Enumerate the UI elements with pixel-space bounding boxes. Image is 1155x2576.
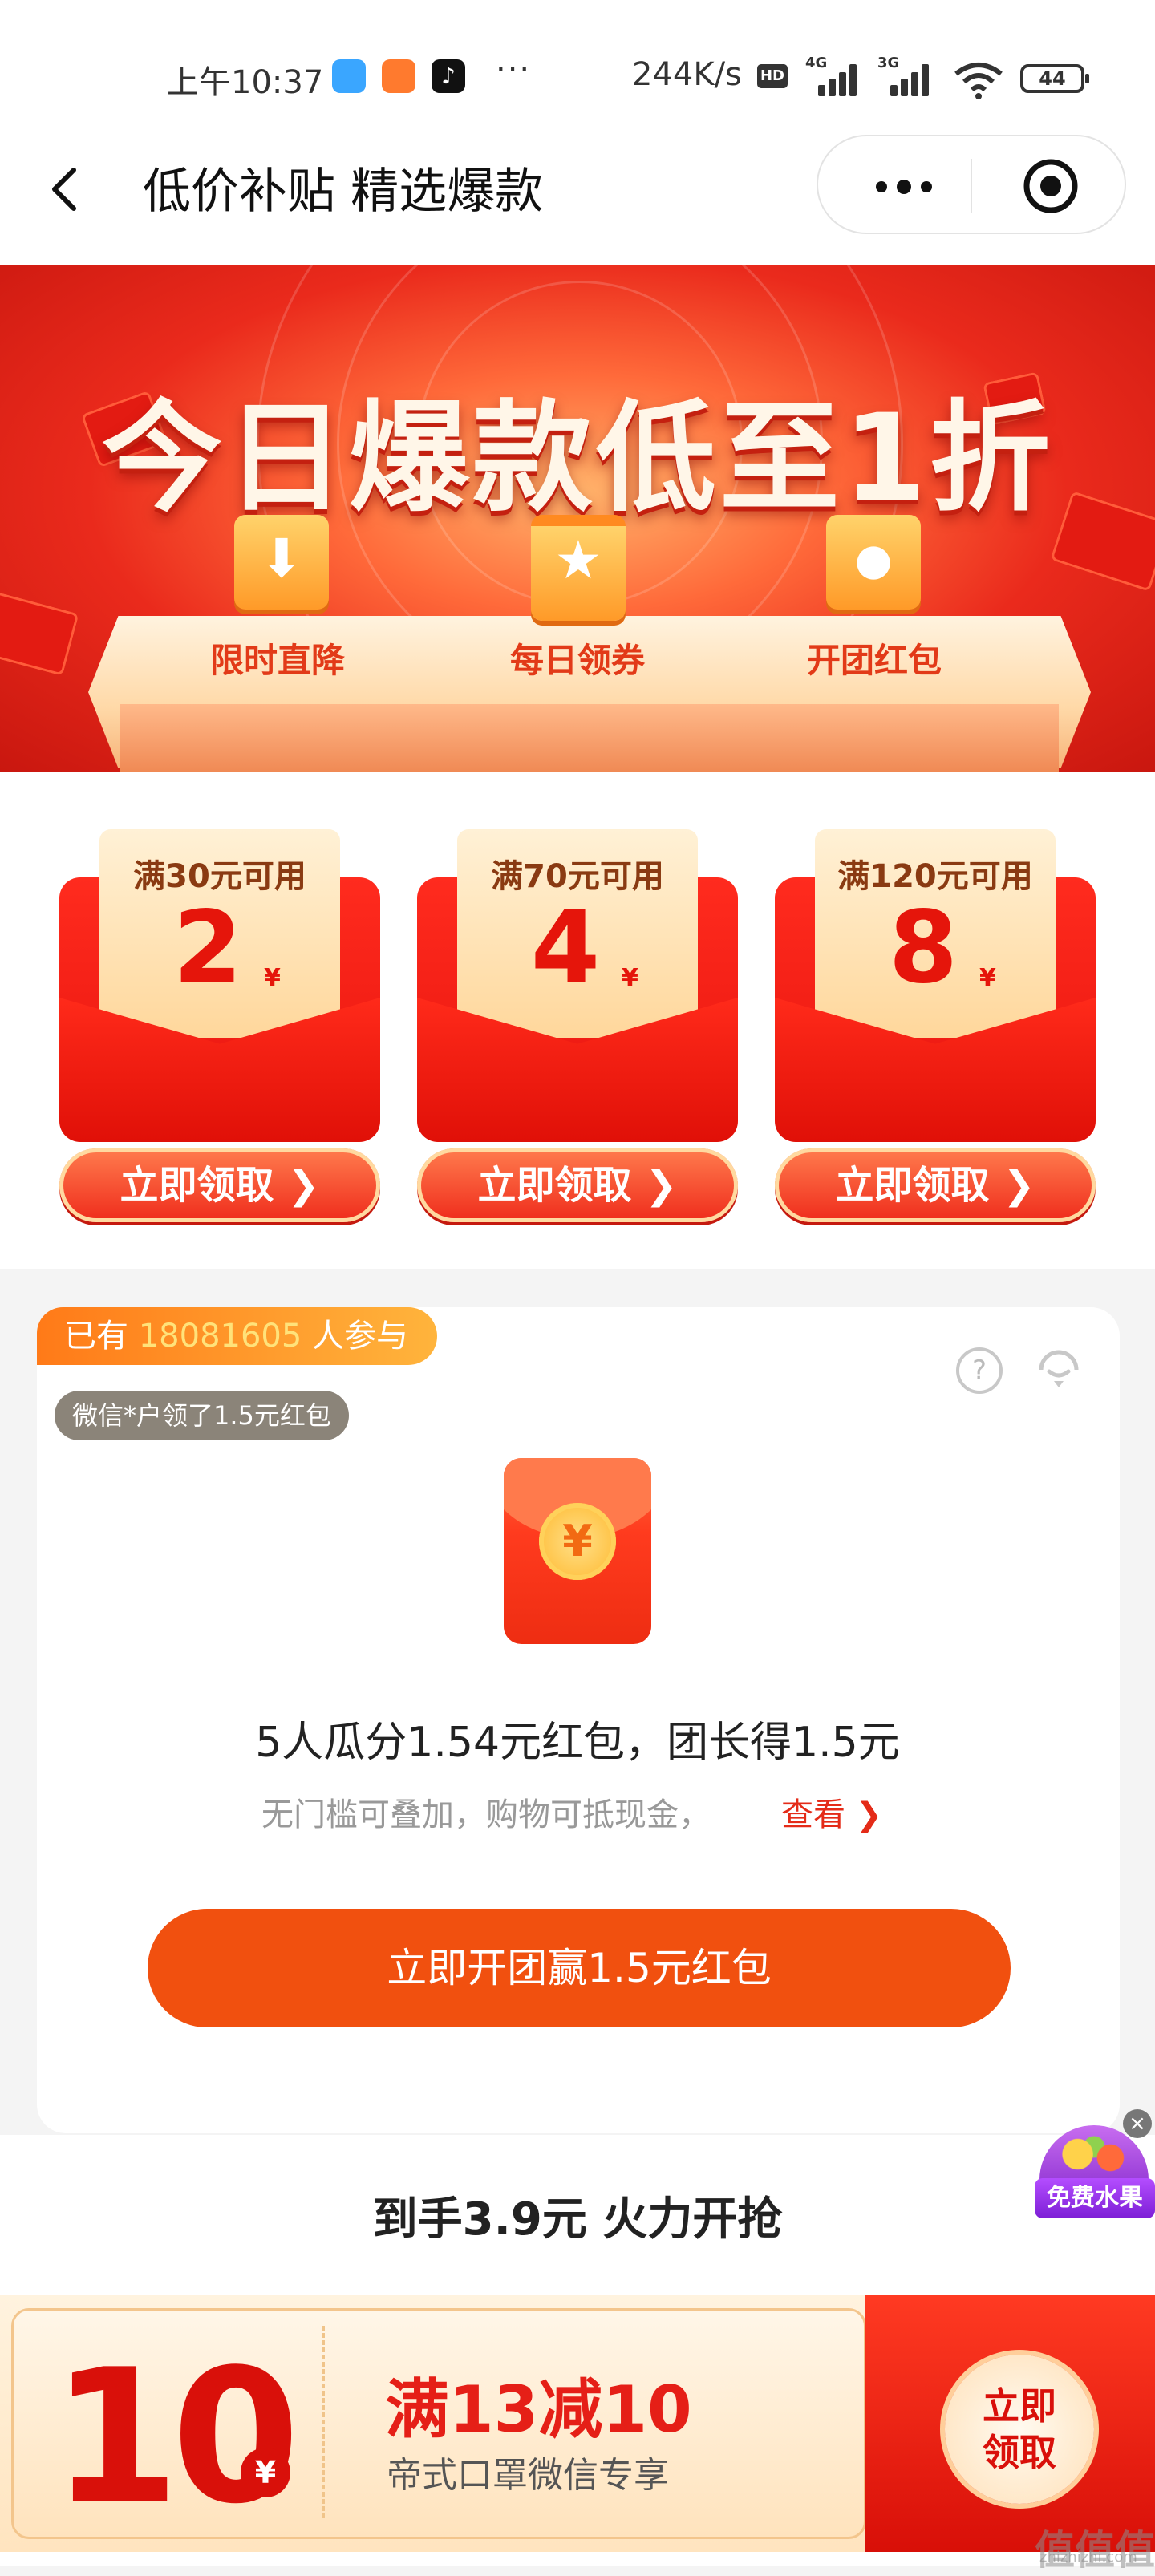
free-fruit-label: 免费水果 [1035,2178,1155,2218]
coupon-amount: 8 [888,890,958,1006]
app-notification-icon-blue [332,59,366,93]
coupon-card[interactable]: 满120元可用 8 ¥ [775,829,1096,1166]
view-details-link[interactable]: 查看 ❯ [781,1788,882,1835]
coupon-amount: 2 [172,890,243,1006]
more-menu-button[interactable] [858,160,946,212]
red-envelope-icon: ¥ [504,1458,651,1644]
battery-icon: 44 [1020,64,1089,93]
capsule-divider [971,159,972,213]
banner-label-daily-coupon: 每日领券 [510,641,646,680]
coupon-inner-card: 满120元可用 8 ¥ [815,829,1056,1038]
hd-badge: HD [757,64,788,88]
arrow-down-icon: ⬇ [234,515,329,610]
claim-ticket-label: 立即 领取 [983,2384,1056,2474]
close-mini-program-icon[interactable] [1019,154,1083,218]
coupon-card[interactable]: 满30元可用 2 ¥ [59,829,380,1166]
claim-ticket-button[interactable]: 立即 领取 [945,2355,1094,2504]
banner-title: 今日爆款低至1折 [101,389,1054,529]
ticket-amount: 10 [51,2331,300,2545]
banner-platform-base [120,704,1059,772]
group-buy-subline: 无门槛可叠加，购物可抵现金， [261,1796,711,1833]
ticket-currency: ¥ [241,2448,290,2497]
watermark-domain: zhizhizhi.com [1040,2549,1137,2566]
signal-3g-label: 3G [877,55,900,71]
red-envelope-icon: ● [826,515,921,610]
coupon-inner-card: 满70元可用 4 ¥ [457,829,698,1038]
signal-3g-icon: 3G [874,55,930,96]
network-speed: 244K/s [632,56,742,93]
ticket-rule: 满13减10 [385,2372,692,2447]
wifi-icon [954,63,1003,99]
free-fruit-floating-ad[interactable]: 免费水果 × [1035,2109,1155,2230]
ticket-description: 帝式口罩微信专享 [387,2455,669,2496]
app-notification-icon-orange [382,59,415,93]
help-icon[interactable]: ? [956,1347,1003,1394]
status-time: 上午10:37 [167,64,324,101]
recent-claim-message: 微信*户领了1.5元红包 [55,1391,349,1440]
coupon-amount: 4 [530,890,601,1006]
ticket-divider [322,2326,325,2518]
start-group-button[interactable]: 立即开团赢1.5元红包 [148,1909,1011,2027]
banner-label-price-drop: 限时直降 [210,641,346,680]
mini-program-capsule [817,135,1126,234]
close-ad-icon[interactable]: × [1123,2109,1152,2138]
coupon-currency: ¥ [979,964,996,992]
claim-coupon-button[interactable]: 立即领取 ❯ [417,1148,738,1222]
customer-service-icon[interactable] [1035,1344,1083,1392]
page-title: 低价补贴 精选爆款 [143,164,544,220]
signal-4g-icon: 4G [802,55,858,96]
section-title: 到手3.9元 火力开抢 [372,2193,783,2246]
participants-prefix: 已有 [64,1318,139,1355]
coupon-currency: ¥ [264,964,281,992]
coupon-section: 满30元可用 2 ¥ 立即领取 ❯ 满70元可用 4 ¥ 立即领取 ❯ 满120… [0,772,1155,1269]
group-buy-headline: 5人瓜分1.54元红包，团长得1.5元 [255,1719,900,1767]
watermark: 值值值 [1035,2527,1155,2574]
claim-coupon-button[interactable]: 立即领取 ❯ [59,1148,380,1222]
decorative-envelope [0,591,79,676]
back-icon[interactable] [48,165,80,213]
calendar-star-icon: ★ [531,515,626,621]
claim-coupon-button[interactable]: 立即领取 ❯ [775,1148,1096,1222]
banner-label-group-redpack: 开团红包 [807,641,942,680]
participants-badge: 已有 18081605 人参与 [37,1307,438,1365]
promo-banner[interactable]: 今日爆款低至1折 ⬇ ★ ● 限时直降 每日领券 开团红包 [0,265,1155,772]
status-more-icon: ··· [496,51,532,88]
participants-count: 18081605 [138,1318,302,1355]
tiktok-notification-icon: ♪ [432,59,465,93]
participants-suffix: 人参与 [302,1318,409,1355]
signal-4g-label: 4G [805,55,828,71]
coupon-inner-card: 满30元可用 2 ¥ [99,829,340,1038]
yuan-coin-icon: ¥ [539,1503,616,1580]
coupon-card[interactable]: 满70元可用 4 ¥ [417,829,738,1166]
coupon-currency: ¥ [622,964,638,992]
